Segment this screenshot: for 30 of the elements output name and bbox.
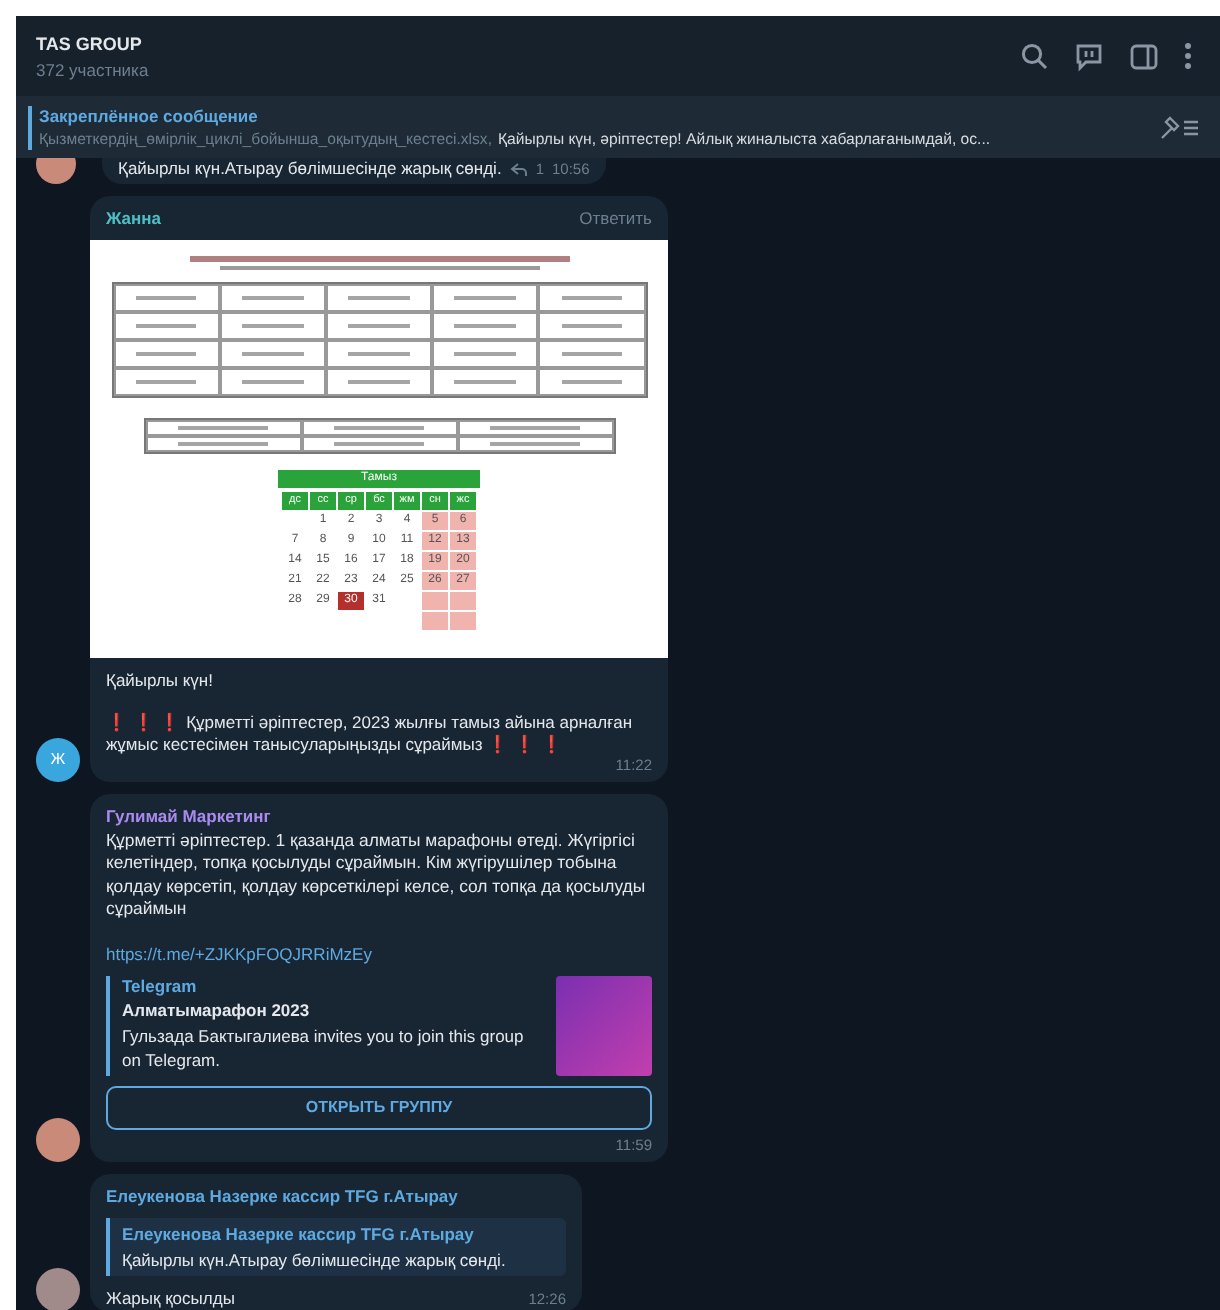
reply-link[interactable]: Ответить	[579, 208, 652, 228]
invite-link[interactable]: https://t.me/+ZJKKpFOQJRRiMzEy	[106, 943, 652, 963]
quoted-author: Елеукенова Назерке кассир TFG г.Атырау	[122, 1223, 476, 1243]
pinned-label: Закреплённое сообщение	[39, 106, 260, 126]
preview-title: Алматымарафон 2023	[122, 999, 312, 1019]
more-icon[interactable]	[1184, 42, 1192, 70]
search-icon[interactable]	[1020, 42, 1048, 70]
quoted-text: Қайырлы күн.Атырау бөлімшесінде жарық сөнді.	[122, 1249, 508, 1269]
preview-description: Гульзада Бактыгалиева invites you to join this group on Telegram.	[122, 1023, 526, 1071]
message-text: Қайырлы күн.Атырау бөлімшесінде жарық сөнді.	[118, 158, 502, 178]
message-text: Құрметті әріптестер. 1 қазанда алматы марафоны өтеді. Жүгіргісі келетіндер, топқа қосылуды сұраймын. Кім жүгірушілер тобына қолдау көрсетіп, қолдау көрсеткілері келсе, сол топқа да қосылуды сұраймын	[106, 829, 648, 921]
thumbnail-image	[556, 975, 652, 1075]
author-name[interactable]: Гулимай Маркетинг	[106, 805, 652, 825]
preview-site: Telegram	[122, 975, 199, 995]
pin-list-icon[interactable]	[1160, 115, 1200, 139]
link-preview[interactable]: Telegram Алматымарафон 2023 Гульзада Бактыгалиева invites you to join this group on Telegram.	[106, 975, 652, 1075]
member-count: 372 участника	[36, 59, 149, 79]
avatar-photo[interactable]	[36, 1117, 80, 1161]
reply-quote[interactable]: Елеукенова Назерке кассир TFG г.Атырау Қайырлы күн.Атырау бөлімшесінде жарық сөнді.	[106, 1217, 566, 1275]
avatar-photo[interactable]	[36, 1267, 80, 1310]
author-name[interactable]: Жанна	[106, 208, 162, 228]
message-text: ❗ ❗ ❗ Құрметті әріптестер, 2023 жылғы тамыз айына арналған жұмыс кестесімен танысуларыңызды сұраймыз ❗ ❗ ❗	[106, 711, 635, 757]
message-text: Қайырлы күн!	[106, 670, 215, 693]
open-group-button[interactable]: ОТКРЫТЬ ГРУППУ	[106, 1085, 652, 1129]
author-name[interactable]: Елеукенова Назерке кассир TFG г.Атырау	[106, 1185, 566, 1205]
reply-arrow-icon	[509, 161, 528, 175]
chat-bubble-icon[interactable]	[1074, 41, 1104, 71]
message-text: Жарық қосылды	[106, 1287, 235, 1307]
chat-title: TAS GROUP	[36, 33, 144, 53]
sidebar-icon[interactable]	[1130, 43, 1158, 69]
